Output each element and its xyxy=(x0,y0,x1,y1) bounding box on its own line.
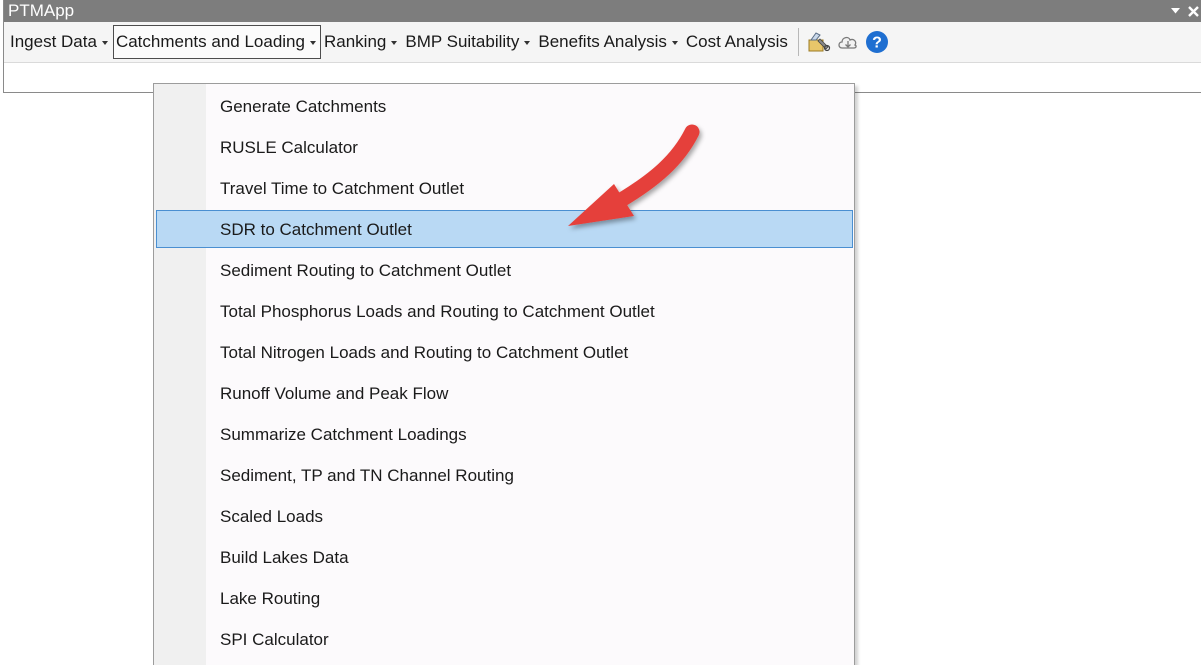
menu-benefits-analysis[interactable]: Benefits Analysis xyxy=(535,25,683,59)
help-icon[interactable]: ? xyxy=(865,30,889,54)
menu-label: BMP Suitability xyxy=(405,32,520,51)
menu-item-travel-time[interactable]: Travel Time to Catchment Outlet xyxy=(156,169,853,207)
window-controls xyxy=(1169,0,1200,22)
dropdown-caret-icon xyxy=(524,40,531,45)
svg-text:?: ? xyxy=(872,35,882,52)
menu-label: Catchments and Loading xyxy=(115,32,305,51)
menu-item-total-phosphorus[interactable]: Total Phosphorus Loads and Routing to Ca… xyxy=(156,292,853,330)
menu-item-spi-calculator[interactable]: SPI Calculator xyxy=(156,620,853,658)
dropdown-caret-icon xyxy=(101,40,108,45)
window-titlebar[interactable]: PTMApp xyxy=(4,0,1201,22)
menu-item-channel-routing[interactable]: Sediment, TP and TN Channel Routing xyxy=(156,456,853,494)
menu-item-generate-catchments[interactable]: Generate Catchments xyxy=(156,87,853,125)
main-toolbar: Ingest Data Catchments and Loading Ranki… xyxy=(4,22,1201,63)
chevron-down-icon[interactable] xyxy=(1169,5,1182,18)
menu-item-scaled-loads[interactable]: Scaled Loads xyxy=(156,497,853,535)
menu-item-lake-routing[interactable]: Lake Routing xyxy=(156,579,853,617)
menu-item-rusle-calculator[interactable]: RUSLE Calculator xyxy=(156,128,853,166)
ptmapp-toolbar-window: PTMApp Ingest Data Catchments and Loadin… xyxy=(3,0,1201,93)
menu-item-sediment-routing[interactable]: Sediment Routing to Catchment Outlet xyxy=(156,251,853,289)
menu-catchments-and-loading[interactable]: Catchments and Loading xyxy=(112,25,321,59)
menu-bmp-suitability[interactable]: BMP Suitability xyxy=(402,25,535,59)
cloud-icon[interactable] xyxy=(836,30,860,54)
catchments-dropdown-menu: Generate Catchments RUSLE Calculator Tra… xyxy=(153,83,855,665)
close-icon[interactable] xyxy=(1187,5,1200,18)
menu-cost-analysis[interactable]: Cost Analysis xyxy=(683,25,793,59)
toolbar-separator xyxy=(797,28,799,56)
dropdown-caret-icon xyxy=(671,40,678,45)
menu-label: Ingest Data xyxy=(10,32,97,51)
menu-item-runoff-volume[interactable]: Runoff Volume and Peak Flow xyxy=(156,374,853,412)
menu-item-total-nitrogen[interactable]: Total Nitrogen Loads and Routing to Catc… xyxy=(156,333,853,371)
dropdown-caret-icon xyxy=(309,40,316,45)
menu-label: Cost Analysis xyxy=(685,32,788,51)
menu-label: Benefits Analysis xyxy=(538,32,667,51)
menu-item-sdr-to-catchment-outlet[interactable]: SDR to Catchment Outlet xyxy=(156,210,853,248)
red-arrow-icon xyxy=(568,124,700,226)
menu-label: Ranking xyxy=(323,32,387,51)
menu-ingest-data[interactable]: Ingest Data xyxy=(7,25,113,59)
menu-item-build-lakes-data[interactable]: Build Lakes Data xyxy=(156,538,853,576)
dropdown-caret-icon xyxy=(391,40,398,45)
window-title: PTMApp xyxy=(8,1,75,20)
menu-item-summarize-loadings[interactable]: Summarize Catchment Loadings xyxy=(156,415,853,453)
menu-ranking[interactable]: Ranking xyxy=(321,25,402,59)
tools-icon[interactable] xyxy=(807,30,831,54)
